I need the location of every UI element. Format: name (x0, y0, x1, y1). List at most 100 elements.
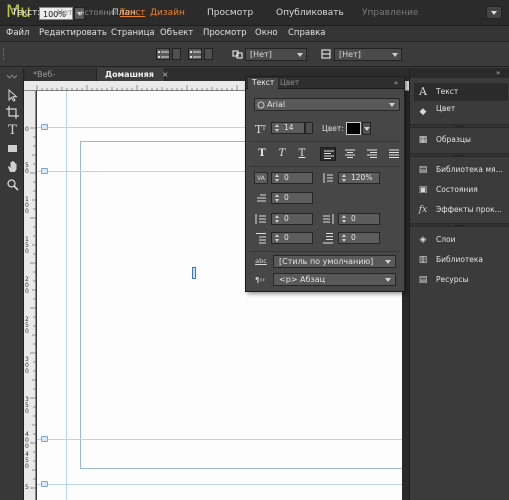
mode-design-tab[interactable]: Дизайн (150, 8, 185, 18)
text-state-value[interactable]: Нет состояния (57, 8, 118, 17)
menu-window[interactable]: Окно (255, 28, 278, 38)
tools-panel-collapse[interactable] (6, 72, 18, 79)
indent-stepper[interactable]: 0 (271, 192, 313, 204)
app-menu-button[interactable] (486, 6, 502, 19)
font-size-dropdown-arrow[interactable] (305, 122, 313, 134)
footer-guide[interactable] (37, 484, 402, 485)
space-after-stepper[interactable]: 0 (338, 232, 380, 244)
menu-page[interactable]: Страница (111, 28, 155, 38)
menu-edit[interactable]: Редактировать (39, 28, 107, 38)
vertical-ruler[interactable]: 0 5 0 1 0 0 1 5 0 2 0 0 2 5 0 3 0 0 3 5 … (24, 91, 36, 500)
dock-group-grip[interactable] (410, 124, 509, 128)
dock-item-layers[interactable]: ◈ Слои (414, 231, 508, 249)
align-justify-button[interactable] (386, 147, 402, 161)
guide-handle[interactable] (41, 481, 48, 487)
tab-website-1[interactable]: *Веб-сайт-1× (25, 68, 97, 92)
hyperlink-dropdown[interactable]: [Нет] (245, 48, 307, 61)
mode-publish-tab[interactable]: Опубликовать (276, 8, 344, 18)
italic-button[interactable]: T (274, 147, 290, 161)
selection-tool-icon[interactable] (5, 88, 20, 103)
dock-item-text[interactable]: A Текст (414, 83, 508, 101)
underline-button[interactable]: T (294, 147, 310, 161)
dock-header[interactable] (410, 68, 509, 78)
crop-tool-icon[interactable] (5, 105, 20, 120)
dock-item-widgets-library[interactable]: ▤ Библиотека мя... (414, 161, 508, 179)
svg-text:T: T (262, 125, 266, 132)
dock-item-assets[interactable]: ▤ Ресурсы (414, 271, 508, 289)
tab-color[interactable]: Цвет (276, 78, 303, 88)
footer-guide[interactable] (37, 439, 402, 440)
tab-text[interactable]: Текст (248, 78, 279, 89)
menu-view[interactable]: Просмотр (203, 28, 247, 38)
ruler-label: 0 (25, 126, 29, 133)
bold-button[interactable]: T (254, 147, 270, 161)
dock-item-swatches[interactable]: ▦ Образцы (414, 131, 508, 149)
ruler-label: 3 5 0 (25, 396, 29, 415)
mode-manage-tab[interactable]: Управление (362, 8, 418, 18)
stepper-arrows-icon[interactable] (274, 124, 281, 133)
numbered-list-icon[interactable] (188, 48, 202, 60)
tab-home[interactable]: Домашняя × (97, 68, 169, 81)
text-color-swatch[interactable] (346, 122, 361, 135)
dock-item-states[interactable]: ▣ Состояния (414, 181, 508, 199)
space-after-value: 0 (351, 233, 356, 242)
bullet-list-dropdown-arrow[interactable] (172, 48, 181, 60)
stepper-arrows-icon[interactable] (274, 215, 281, 224)
guide-handle[interactable] (41, 168, 48, 174)
guide-handle[interactable] (41, 436, 48, 442)
graphic-style-dropdown[interactable]: [Нет] (334, 48, 402, 61)
dock-collapse-icon[interactable]: » (496, 69, 500, 77)
space-before-stepper[interactable]: 0 (271, 232, 313, 244)
font-family-dropdown[interactable]: Arial (254, 98, 400, 111)
zoom-tool-icon[interactable] (5, 177, 20, 192)
guide-handle[interactable] (41, 124, 48, 130)
menu-help[interactable]: Справка (288, 28, 325, 38)
margin-right-stepper[interactable]: 0 (338, 213, 380, 225)
widgets-library-icon: ▤ (418, 165, 428, 175)
dock-item-color[interactable]: ◆ Цвет (414, 103, 508, 121)
stepper-arrows-icon[interactable] (274, 174, 281, 183)
text-properties-button[interactable]: Текст (120, 8, 145, 18)
mode-preview-tab[interactable]: Просмотр (207, 8, 253, 18)
font-size-icon: TT (254, 122, 268, 136)
paragraph-style-dropdown[interactable]: [Стиль по умолчанию] (273, 255, 396, 268)
leading-stepper[interactable]: 120% (338, 172, 380, 184)
bullet-list-icon[interactable] (156, 48, 170, 60)
tracking-icon: VA (254, 172, 268, 184)
dock-item-library[interactable]: ▥ Библиотека (414, 251, 508, 269)
stepper-arrows-icon[interactable] (274, 234, 281, 243)
tab-close-icon[interactable]: × (162, 70, 169, 79)
stepper-arrows-icon[interactable] (341, 234, 348, 243)
menu-file[interactable]: Файл (6, 28, 29, 38)
html-tag-dropdown[interactable]: <p> Абзац (273, 273, 396, 286)
stepper-arrows-icon[interactable] (341, 174, 348, 183)
ruler-label: 4 5 0 (25, 451, 29, 470)
space-before-icon (254, 232, 268, 244)
rectangle-tool-icon[interactable] (5, 141, 20, 156)
dock-item-scroll-effects[interactable]: fx Эффекты прок... (414, 201, 508, 219)
font-size-stepper[interactable]: 14 (271, 122, 305, 134)
link-icon[interactable] (232, 49, 243, 59)
numbered-list-dropdown-arrow[interactable] (204, 48, 213, 60)
stepper-arrows-icon[interactable] (274, 194, 281, 203)
menu-object[interactable]: Объект (160, 28, 193, 38)
hand-tool-icon[interactable] (5, 159, 20, 174)
dock-group-grip[interactable] (410, 223, 509, 227)
align-left-button[interactable] (320, 147, 336, 161)
panel-collapse-icon[interactable]: » (394, 79, 398, 87)
ruler-label: 1 5 0 (25, 236, 29, 255)
margin-left-stepper[interactable]: 0 (271, 213, 313, 225)
svg-text:¶‹›: ¶‹› (255, 276, 265, 284)
align-center-button[interactable] (342, 147, 358, 161)
align-right-button[interactable] (364, 147, 380, 161)
color-panel-icon: ◆ (419, 107, 427, 117)
margin-right-value: 0 (351, 214, 356, 223)
tracking-stepper[interactable]: 0 (271, 172, 313, 184)
text-color-dropdown-arrow[interactable] (362, 122, 371, 135)
page-boundary-bottom (80, 468, 402, 469)
control-bar-grip[interactable] (3, 48, 7, 60)
text-tool-icon[interactable]: T (5, 123, 20, 138)
dock-group-grip[interactable] (410, 153, 509, 157)
graphic-style-icon[interactable] (321, 49, 332, 59)
stepper-arrows-icon[interactable] (341, 215, 348, 224)
